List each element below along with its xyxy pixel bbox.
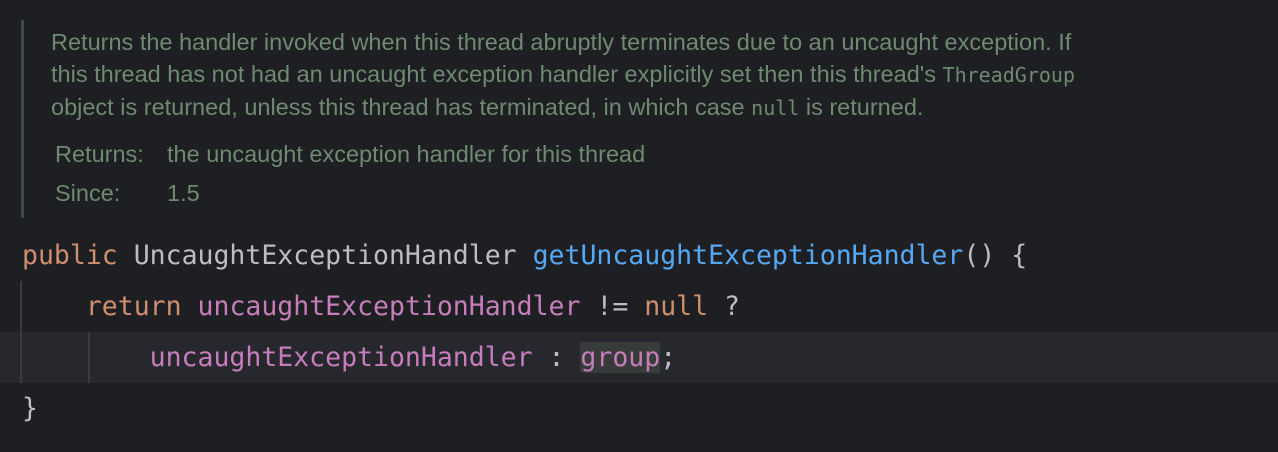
- javadoc-since-tag: Since: 1.5: [55, 177, 645, 216]
- javadoc-line-3-text-b: is returned.: [799, 94, 924, 120]
- indent-guide: [88, 332, 90, 383]
- semicolon: ;: [660, 342, 677, 373]
- javadoc-line-3: object is returned, unless this thread h…: [51, 91, 1266, 124]
- field-reference[interactable]: uncaughtExceptionHandler: [150, 342, 533, 373]
- return-keyword: return: [85, 291, 182, 322]
- javadoc-returns-tag: Returns: the uncaught exception handler …: [55, 138, 645, 177]
- code-line-4[interactable]: }: [0, 383, 1278, 434]
- field-reference[interactable]: uncaughtExceptionHandler: [198, 291, 581, 322]
- return-type[interactable]: UncaughtExceptionHandler: [134, 240, 517, 271]
- indent-guide: [20, 332, 22, 383]
- code-line-2[interactable]: return uncaughtExceptionHandler != null …: [0, 281, 1278, 332]
- code-editor[interactable]: Returns the handler invoked when this th…: [0, 0, 1278, 452]
- group-field-reference[interactable]: group: [580, 342, 661, 373]
- javadoc-line-2: this thread has not had an uncaught exce…: [51, 58, 1266, 91]
- since-label: Since:: [55, 180, 121, 206]
- colon-operator: :: [532, 342, 581, 373]
- code-line-1[interactable]: public UncaughtExceptionHandler getUncau…: [0, 230, 1278, 281]
- javadoc-code-threadgroup: ThreadGroup: [942, 63, 1075, 87]
- since-value: 1.5: [167, 180, 200, 206]
- indent-guide: [20, 281, 22, 332]
- code-line-3-current[interactable]: uncaughtExceptionHandler : group;: [0, 332, 1278, 383]
- javadoc-line-2-text: this thread has not had an uncaught exce…: [51, 61, 943, 87]
- not-equals-operator: !=: [580, 291, 645, 322]
- javadoc-line-1: Returns the handler invoked when this th…: [51, 29, 1072, 55]
- method-name[interactable]: getUncaughtExceptionHandler: [533, 240, 964, 271]
- modifier-public: public: [22, 240, 118, 271]
- javadoc-description: Returns the handler invoked when this th…: [51, 26, 1266, 124]
- rendered-javadoc: Returns the handler invoked when this th…: [21, 20, 1264, 218]
- javadoc-line-3-text-a: object is returned, unless this thread h…: [51, 94, 752, 120]
- code-area[interactable]: public UncaughtExceptionHandler getUncau…: [0, 230, 1278, 434]
- javadoc-code-null: null: [751, 96, 800, 120]
- closing-brace: }: [22, 393, 38, 424]
- returns-label: Returns:: [55, 141, 144, 167]
- javadoc-tags: Returns: the uncaught exception handler …: [55, 138, 645, 216]
- null-literal: null: [644, 291, 709, 322]
- ternary-operator: ?: [708, 291, 741, 322]
- method-params-brace: () {: [963, 240, 1028, 271]
- returns-value: the uncaught exception handler for this …: [167, 141, 646, 167]
